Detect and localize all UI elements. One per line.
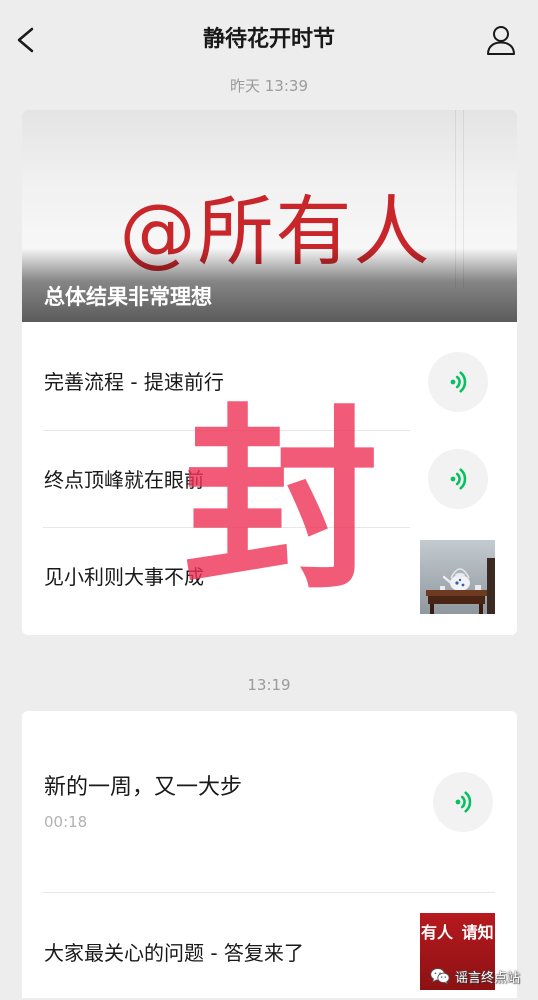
voice-play-button[interactable] <box>428 352 488 412</box>
cover-article[interactable]: @所有人 总体结果非常理想 <box>22 110 517 322</box>
message-card: @所有人 总体结果非常理想 完善流程 - 提速前行 终点顶峰就在眼前 见小利则大… <box>22 110 517 635</box>
article-item[interactable]: 见小利则大事不成 <box>22 528 517 635</box>
message-history-page: 静待花开时节 昨天 13:39 @所有人 总体结果非常理想 完善流程 - 提速前… <box>0 0 538 1000</box>
article-thumbnail: 有人 请知 <box>420 913 495 990</box>
message-timestamp: 昨天 13:39 <box>230 77 308 95</box>
article-title: 新的一周，又一大步 <box>44 775 243 800</box>
article-title: 大家最关心的问题 - 答复来了 <box>44 941 304 965</box>
chevron-left-icon <box>17 27 34 53</box>
message-timestamp: 13:19 <box>247 676 291 694</box>
article-title: 见小利则大事不成 <box>44 565 204 589</box>
message-card: 新的一周，又一大步 00:18 大家最关心的问题 - 答复来了 有人 请知 <box>22 711 517 998</box>
voice-message-item[interactable]: 新的一周，又一大步 00:18 <box>22 711 517 892</box>
voice-play-button[interactable] <box>433 772 493 832</box>
cover-article-title: 总体结果非常理想 <box>44 285 212 309</box>
article-item[interactable]: 完善流程 - 提速前行 <box>22 322 517 430</box>
top-nav-bar: 静待花开时节 <box>0 0 538 72</box>
article-thumbnail <box>420 540 495 614</box>
back-button[interactable] <box>12 23 40 57</box>
voice-icon <box>433 772 493 832</box>
article-title: 终点顶峰就在眼前 <box>44 468 204 492</box>
thumbnail-text: 有人 请知 <box>421 923 494 942</box>
article-item[interactable]: 终点顶峰就在眼前 <box>22 431 517 527</box>
voice-play-button[interactable] <box>428 449 488 509</box>
voice-duration: 00:18 <box>44 813 88 831</box>
voice-icon <box>428 352 488 412</box>
voice-icon <box>428 449 488 509</box>
article-item[interactable]: 大家最关心的问题 - 答复来了 有人 请知 <box>22 893 517 998</box>
page-title: 静待花开时节 <box>202 27 335 52</box>
person-icon <box>487 26 515 55</box>
article-title: 完善流程 - 提速前行 <box>44 370 224 394</box>
profile-button[interactable] <box>484 23 518 57</box>
